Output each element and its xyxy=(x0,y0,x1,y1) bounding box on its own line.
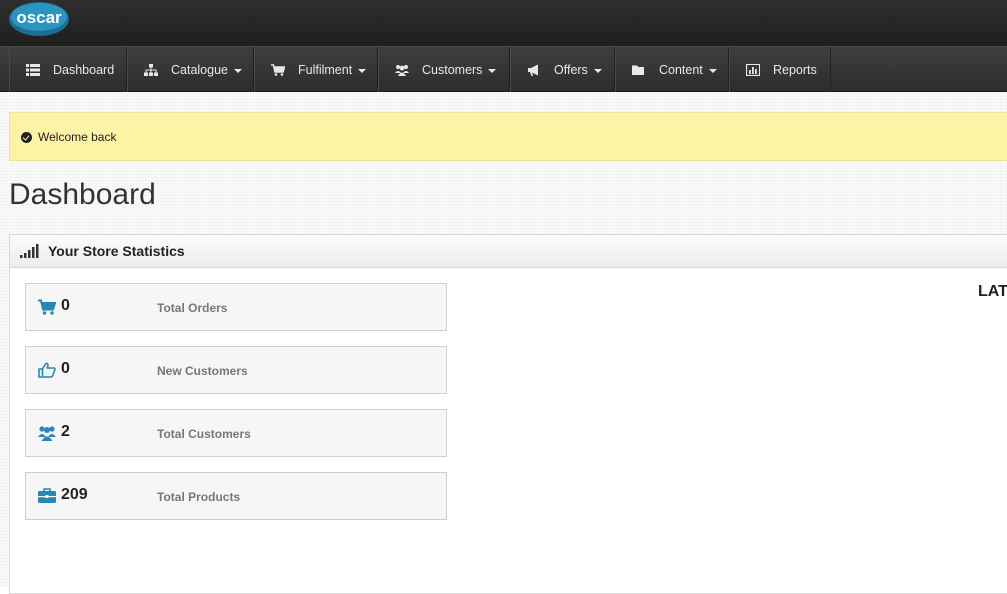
top-bar: oscar xyxy=(0,0,1007,46)
folder-icon xyxy=(632,65,644,75)
panel-title: Your Store Statistics xyxy=(48,243,185,259)
nav-customers[interactable]: Customers xyxy=(378,47,510,92)
stat-label: New Customers xyxy=(157,364,248,378)
nav-label: Dashboard xyxy=(53,62,115,77)
stat-value: 0 xyxy=(61,360,70,377)
panel-header: Your Store Statistics xyxy=(10,235,1007,268)
sitemap-icon xyxy=(144,63,158,76)
stat-total-customers: 2 Total Customers xyxy=(25,409,447,457)
group-icon xyxy=(395,64,409,76)
nav-content[interactable]: Content xyxy=(615,47,729,92)
nav-label: Reports xyxy=(773,62,817,77)
latest-heading: LAT xyxy=(978,283,1007,300)
cart-icon xyxy=(271,63,285,76)
nav-offers[interactable]: Offers xyxy=(510,47,615,92)
stat-label: Total Products xyxy=(157,490,241,504)
nav-dashboard[interactable]: Dashboard xyxy=(9,47,127,92)
chevron-down-icon xyxy=(234,69,242,73)
stat-value: 209 xyxy=(61,486,88,503)
stat-total-orders: 0 Total Orders xyxy=(25,283,447,331)
oscar-logo[interactable]: oscar xyxy=(9,0,69,37)
chevron-down-icon xyxy=(708,69,717,73)
check-circle-icon xyxy=(21,132,32,143)
nav-label: Offers xyxy=(554,62,588,77)
store-statistics-panel: Your Store Statistics 0 Total Orders 0 N… xyxy=(9,234,1007,594)
nav-label: Fulfilment xyxy=(298,62,353,77)
bullhorn-icon xyxy=(528,64,538,76)
thumbs-up-icon xyxy=(38,362,56,378)
chevron-down-icon xyxy=(488,69,497,73)
alert-message: Welcome back xyxy=(38,129,117,144)
nav-label: Catalogue xyxy=(171,62,228,77)
cart-icon xyxy=(38,299,56,315)
group-icon xyxy=(38,426,56,441)
nav-fulfilment[interactable]: Fulfilment xyxy=(254,47,378,92)
signal-bars-icon xyxy=(20,244,39,258)
nav-label: Customers xyxy=(422,62,483,77)
stat-total-products: 209 Total Products xyxy=(25,472,447,520)
welcome-alert: Welcome back xyxy=(9,112,1007,161)
stat-value: 0 xyxy=(61,297,70,314)
list-icon xyxy=(26,63,40,76)
stat-label: Total Orders xyxy=(157,301,228,315)
page-title: Dashboard xyxy=(9,178,156,211)
stat-new-customers: 0 New Customers xyxy=(25,346,447,394)
logo-text: oscar xyxy=(16,8,62,27)
chevron-down-icon xyxy=(358,69,367,73)
briefcase-icon xyxy=(38,488,56,503)
chevron-down-icon xyxy=(593,69,602,73)
nav-label: Content xyxy=(659,62,703,77)
nav-reports[interactable]: Reports xyxy=(729,47,831,92)
main-nav: Dashboard Catalogue Fulfilment Customers xyxy=(0,46,1007,92)
nav-catalogue[interactable]: Catalogue xyxy=(127,47,254,92)
bar-chart-icon xyxy=(746,63,760,76)
stat-label: Total Customers xyxy=(157,427,251,441)
stat-value: 2 xyxy=(61,423,70,440)
